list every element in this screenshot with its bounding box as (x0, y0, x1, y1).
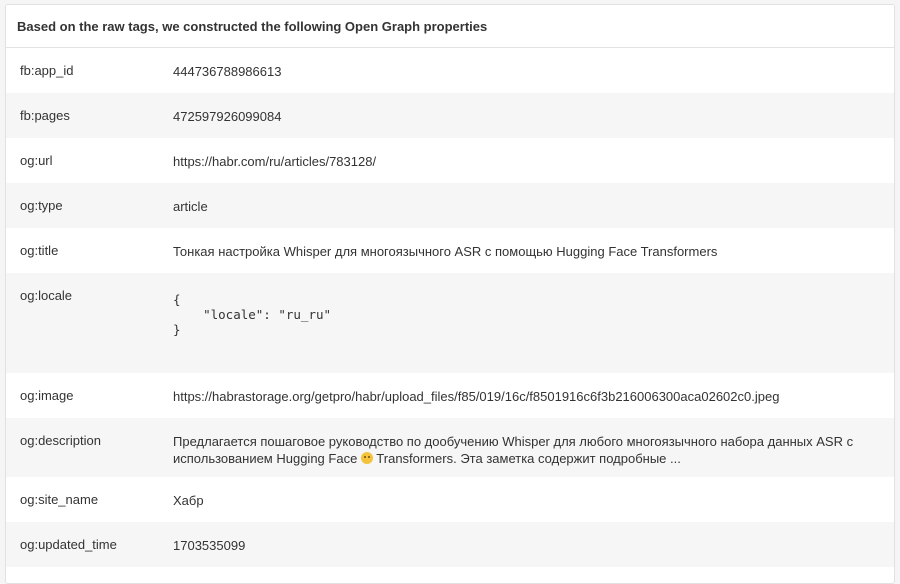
property-key: og:locale (20, 288, 73, 303)
property-key: og:title (20, 243, 59, 258)
locale-json-code: { "locale": "ru_ru" } (173, 292, 332, 337)
property-key: og:updated_time (20, 537, 117, 552)
property-value: https://habr.com/ru/articles/783128/ (173, 154, 377, 169)
og-properties-table: fb:app_id 444736788986613 fb:pages 47259… (6, 48, 894, 567)
panel-title: Based on the raw tags, we constructed th… (17, 18, 488, 34)
property-key: og:image (20, 388, 74, 403)
table-row: og:image https://habrastorage.org/getpro… (6, 373, 894, 418)
property-value: Тонкая настройка Whisper для многоязычно… (173, 244, 718, 259)
open-graph-panel: Based on the raw tags, we constructed th… (5, 4, 895, 584)
property-value: 444736788986613 (173, 64, 282, 79)
table-row: og:url https://habr.com/ru/articles/7831… (6, 138, 894, 183)
property-key: og:url (20, 153, 53, 168)
table-row: og:description Предлагается пошаговое ру… (6, 418, 894, 477)
property-value: 1703535099 (173, 538, 246, 553)
table-row: og:site_name Хабр (6, 477, 894, 522)
property-value: Предлагается пошаговое руководство по до… (173, 433, 894, 477)
property-value: article (173, 199, 208, 214)
table-row: og:title Тонкая настройка Whisper для мн… (6, 228, 894, 273)
property-key: fb:app_id (20, 63, 74, 78)
hugging-face-emoji-icon (360, 452, 373, 464)
property-key: og:site_name (20, 492, 99, 507)
description-text-end: Transformers. Эта заметка содержит подро… (372, 451, 681, 466)
table-row: fb:pages 472597926099084 (6, 93, 894, 138)
table-row: og:updated_time 1703535099 (6, 522, 894, 567)
table-row: og:locale { "locale": "ru_ru" } (6, 273, 894, 373)
table-row: og:type article (6, 183, 894, 228)
property-key: og:type (20, 198, 63, 213)
table-row: fb:app_id 444736788986613 (6, 48, 894, 93)
property-value: https://habrastorage.org/getpro/habr/upl… (173, 389, 780, 404)
panel-header: Based on the raw tags, we constructed th… (6, 5, 894, 48)
property-key: fb:pages (20, 108, 70, 123)
property-value: Хабр (173, 493, 204, 508)
property-value: 472597926099084 (173, 109, 282, 124)
property-value: { "locale": "ru_ru" } (173, 288, 894, 373)
property-key: og:description (20, 433, 101, 448)
